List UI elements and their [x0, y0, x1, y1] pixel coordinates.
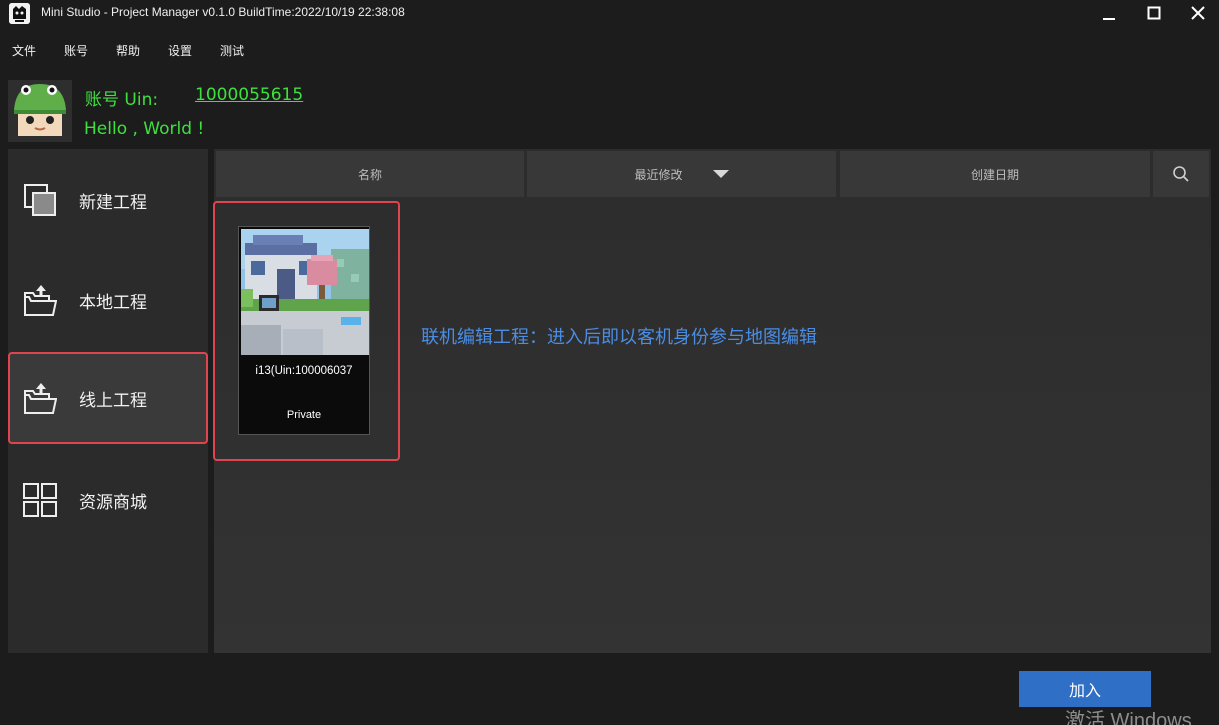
- new-project-icon: [24, 184, 56, 216]
- maximize-button[interactable]: [1134, 0, 1174, 26]
- menu-test[interactable]: 测试: [220, 42, 244, 59]
- menu-file[interactable]: 文件: [12, 42, 36, 59]
- column-header-created[interactable]: 创建日期: [840, 151, 1150, 197]
- window-title: Mini Studio - Project Manager v0.1.0 Bui…: [41, 5, 405, 19]
- column-header-name[interactable]: 名称: [216, 151, 524, 197]
- sidebar-item-label: 新建工程: [79, 192, 147, 213]
- close-icon: [1191, 6, 1205, 20]
- column-header-created-label: 创建日期: [970, 167, 1019, 182]
- sidebar: 新建工程 本地工程 线上工程 资源商城: [8, 149, 208, 653]
- project-visibility: Private: [286, 409, 322, 421]
- sidebar-item-resource-store[interactable]: 资源商城: [8, 454, 208, 546]
- menu-help[interactable]: 帮助: [116, 42, 140, 59]
- greeting-text: Hello , World !: [84, 119, 205, 139]
- sidebar-item-label: 线上工程: [79, 390, 147, 411]
- maximize-icon: [1147, 6, 1161, 20]
- windows-activation-watermark: 激活 Windows: [1065, 710, 1192, 725]
- search-icon: [1173, 166, 1189, 182]
- join-button[interactable]: 加入: [1019, 671, 1151, 707]
- project-card[interactable]: i13(Uin:100006037 Private: [238, 226, 370, 435]
- menu-account[interactable]: 账号: [64, 42, 88, 59]
- folder-upload-icon: [24, 285, 57, 316]
- account-uin-link[interactable]: 1000055615: [195, 85, 303, 105]
- title-bar: Mini Studio - Project Manager v0.1.0 Bui…: [0, 0, 1219, 26]
- sidebar-item-local-project[interactable]: 本地工程: [8, 254, 208, 346]
- menu-settings[interactable]: 设置: [168, 42, 192, 59]
- sidebar-item-new-project[interactable]: 新建工程: [8, 154, 208, 246]
- minimize-icon: [1103, 18, 1115, 20]
- app-logo-icon: [9, 3, 30, 24]
- column-header-modified[interactable]: 最近修改: [527, 151, 836, 197]
- sidebar-item-online-project[interactable]: 线上工程: [8, 352, 208, 444]
- sort-descending-icon: [712, 170, 729, 178]
- column-header-name-label: 名称: [357, 167, 382, 182]
- online-edit-hint: 联机编辑工程：进入后即以客机身份参与地图编辑: [421, 327, 817, 348]
- sidebar-item-label: 资源商城: [79, 492, 147, 513]
- avatar: [8, 80, 72, 142]
- minimize-button[interactable]: [1089, 0, 1129, 26]
- grid-icon: [23, 483, 57, 517]
- project-thumbnail: [241, 229, 369, 355]
- sidebar-item-label: 本地工程: [79, 292, 147, 313]
- menu-bar: 文件 账号 帮助 设置 测试: [0, 38, 400, 62]
- column-header-modified-label: 最近修改: [634, 167, 683, 182]
- folder-upload-icon: [24, 383, 57, 414]
- project-name: i13(Uin:100006037: [255, 365, 353, 377]
- account-label: 账号 Uin:: [85, 90, 159, 110]
- search-button[interactable]: [1153, 151, 1209, 197]
- close-button[interactable]: [1178, 0, 1218, 26]
